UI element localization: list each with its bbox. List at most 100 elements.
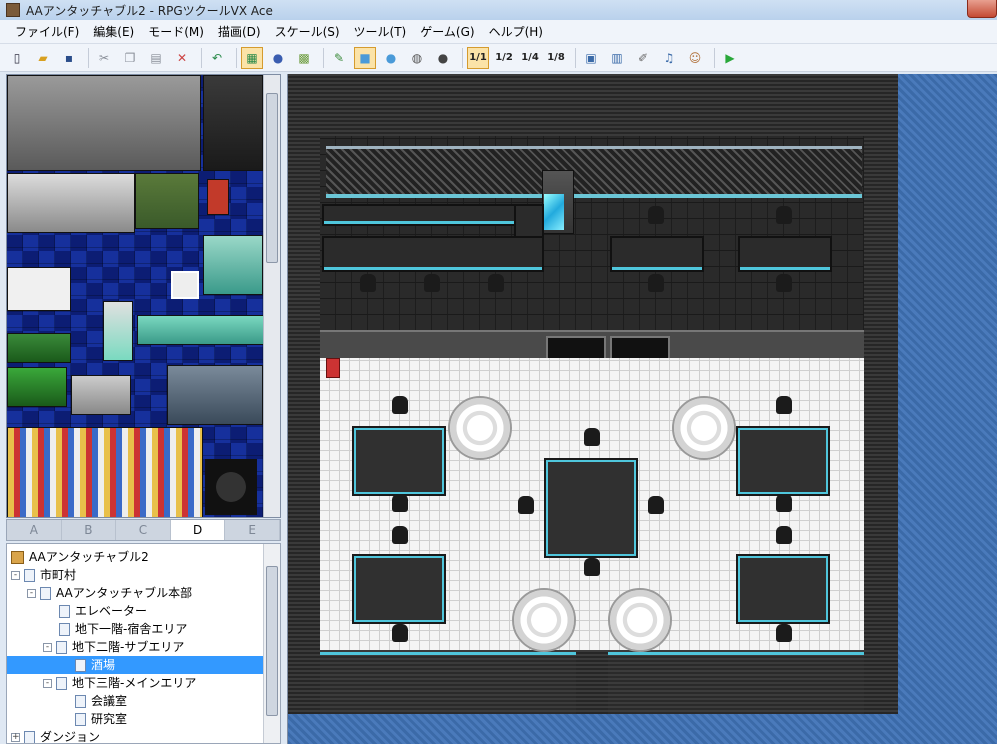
tree-item-map[interactable]: エレベーター xyxy=(59,602,280,620)
map-fence xyxy=(326,146,862,198)
tree-item-map[interactable]: 研究室 xyxy=(75,710,280,728)
map-icon xyxy=(56,641,67,654)
map-chair xyxy=(392,396,408,414)
map-icon xyxy=(75,695,86,708)
menu-tools[interactable]: ツール(T) xyxy=(347,20,414,44)
window-close-button[interactable] xyxy=(967,0,997,18)
event-mode-button[interactable]: ● xyxy=(267,47,289,69)
tile-weapons[interactable] xyxy=(167,365,263,425)
menu-draw[interactable]: 描画(D) xyxy=(211,20,268,44)
tile-selected[interactable] xyxy=(171,271,199,299)
map-bar-counter xyxy=(322,236,544,272)
tree-scrollbar[interactable] xyxy=(263,544,280,743)
paste-button[interactable]: ▤ xyxy=(145,47,167,69)
tree-item-label: AAアンタッチャブル本部 xyxy=(56,586,193,600)
collapse-icon[interactable]: - xyxy=(43,679,52,688)
scale-1-4-button[interactable]: 1/4 xyxy=(519,47,541,69)
tile-tires[interactable] xyxy=(205,459,257,515)
new-file-button[interactable]: ▯ xyxy=(6,47,28,69)
collapse-icon[interactable]: - xyxy=(27,589,36,598)
map-layer-icon: ▦ xyxy=(246,50,258,65)
tile-bed[interactable] xyxy=(103,301,133,361)
menu-scale[interactable]: スケール(S) xyxy=(268,20,347,44)
scale-1-2-button[interactable]: 1/2 xyxy=(493,47,515,69)
expand-icon[interactable]: + xyxy=(11,733,20,742)
delete-button[interactable]: ✕ xyxy=(171,47,193,69)
tree-item-map[interactable]: - AAアンタッチャブル本部 xyxy=(27,584,280,602)
tree-item-map-selected[interactable]: 酒場 xyxy=(7,656,265,674)
tree-item-map[interactable]: 地下一階-宿舎エリア xyxy=(59,620,280,638)
map-canvas[interactable] xyxy=(288,74,898,714)
tile-sofa[interactable] xyxy=(137,315,265,345)
character-generator-button[interactable]: ☺ xyxy=(684,47,706,69)
cut-button[interactable]: ✂ xyxy=(93,47,115,69)
tree-item-map[interactable]: + ダンジョン xyxy=(11,728,269,743)
tab-c[interactable]: C xyxy=(116,520,171,540)
tileset-palette[interactable] xyxy=(6,74,281,518)
map-chair xyxy=(648,274,664,292)
map-icon xyxy=(24,569,35,582)
tree-item-map[interactable]: - 地下二階-サブエリア xyxy=(43,638,280,656)
map-fire-extinguisher xyxy=(326,358,340,378)
tileset-tabs: A B C D E xyxy=(6,519,281,541)
ellipse-button[interactable]: ● xyxy=(380,47,402,69)
save-icon: ▪ xyxy=(64,50,74,65)
tree-item-map[interactable]: - 市町村 xyxy=(11,566,269,584)
collapse-icon[interactable]: - xyxy=(11,571,20,580)
menu-mode[interactable]: モード(M) xyxy=(141,20,211,44)
tileset-grid[interactable] xyxy=(7,75,265,517)
tile-lockers[interactable] xyxy=(7,75,201,171)
tileset-scrollbar-thumb[interactable] xyxy=(266,93,278,263)
save-button[interactable]: ▪ xyxy=(58,47,80,69)
collapse-icon[interactable]: - xyxy=(43,643,52,652)
tree-scrollbar-thumb[interactable] xyxy=(266,566,278,716)
scale-1-8-button[interactable]: 1/8 xyxy=(545,47,567,69)
tile-fire-extinguisher[interactable] xyxy=(207,179,229,215)
map-mode-button[interactable]: ▦ xyxy=(241,46,263,69)
tileset-scrollbar[interactable] xyxy=(263,75,280,517)
menu-help[interactable]: ヘルプ(H) xyxy=(482,20,550,44)
menu-edit[interactable]: 編集(E) xyxy=(86,20,141,44)
window-title: AAアンタッチャブル2 - RPGツクールVX Ace xyxy=(26,3,273,18)
copy-button[interactable]: ❐ xyxy=(119,47,141,69)
rectangle-button[interactable]: ■ xyxy=(354,46,376,69)
map-chair xyxy=(776,396,792,414)
region-mode-button[interactable]: ▩ xyxy=(293,47,315,69)
resource-manager-button[interactable]: ▥ xyxy=(606,47,628,69)
map-chair xyxy=(584,428,600,446)
toolbar-separator xyxy=(201,47,202,68)
tile-atm[interactable] xyxy=(71,375,131,415)
map-counter-table xyxy=(738,236,832,272)
database-button[interactable]: ▣ xyxy=(580,47,602,69)
map-chair xyxy=(424,274,440,292)
menu-file[interactable]: ファイル(F) xyxy=(8,20,86,44)
tab-b[interactable]: B xyxy=(61,520,117,540)
playtest-button[interactable]: ▶ xyxy=(719,47,741,69)
scale-1-1-button[interactable]: 1/1 xyxy=(467,46,489,69)
tab-e[interactable]: E xyxy=(225,520,280,540)
tab-a[interactable]: A xyxy=(7,520,62,540)
shadow-pen-icon: ● xyxy=(437,50,449,65)
tile-whiteboard[interactable] xyxy=(7,267,71,311)
open-button[interactable]: ▰ xyxy=(32,47,54,69)
tile-cabinets[interactable] xyxy=(135,173,199,229)
sound-test-button[interactable]: ♫ xyxy=(658,47,680,69)
tile-screen[interactable] xyxy=(203,235,263,295)
shadow-pen-button[interactable]: ● xyxy=(432,47,454,69)
map-canvas-area[interactable] xyxy=(287,74,997,744)
tile-vending-panel[interactable] xyxy=(203,75,263,171)
fill-button[interactable]: ◍ xyxy=(406,47,428,69)
tile-desks[interactable] xyxy=(7,173,135,233)
tree-item-map[interactable]: - 地下三階-メインエリア xyxy=(43,674,280,692)
tree-item-map[interactable]: 会議室 xyxy=(75,692,280,710)
tab-d[interactable]: D xyxy=(170,520,226,540)
menu-game[interactable]: ゲーム(G) xyxy=(413,20,481,44)
tile-plants-2[interactable] xyxy=(7,367,67,407)
tree-item-project[interactable]: AAアンタッチャブル2 xyxy=(11,548,269,566)
tile-shelves[interactable] xyxy=(7,427,203,517)
tile-plants[interactable] xyxy=(7,333,71,363)
script-editor-button[interactable]: ✐ xyxy=(632,47,654,69)
undo-button[interactable]: ↶ xyxy=(206,47,228,69)
pencil-button[interactable]: ✎ xyxy=(328,47,350,69)
tree-item-label: AAアンタッチャブル2 xyxy=(29,550,149,564)
